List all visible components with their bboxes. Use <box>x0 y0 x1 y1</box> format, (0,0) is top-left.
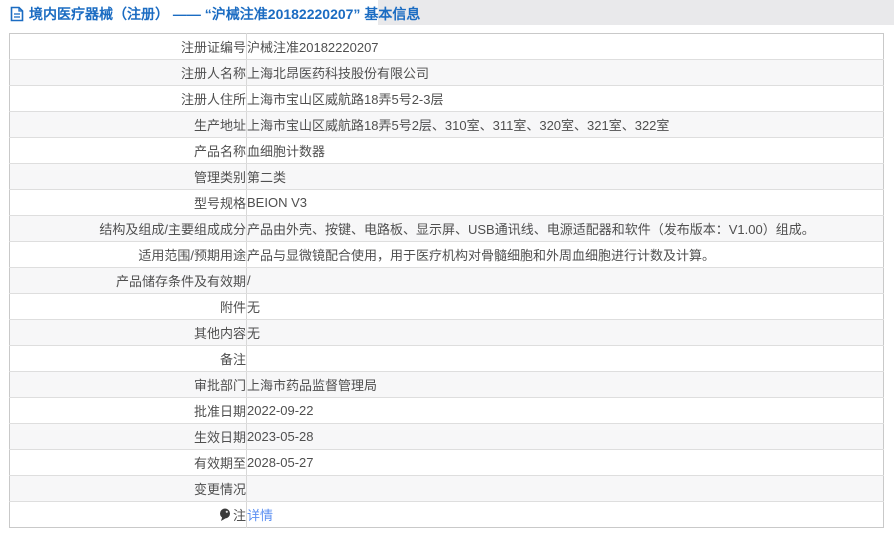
table-row-storage-conditions: 产品储存条件及有效期 / <box>9 267 884 294</box>
details-link[interactable]: 详情 <box>247 508 273 523</box>
row-value: 2023-05-28 <box>246 423 884 450</box>
row-value: 上海北昂医药科技股份有限公司 <box>246 59 884 86</box>
table-row-registration-number: 注册证编号 沪械注准20182220207 <box>9 33 884 60</box>
row-value: 沪械注准20182220207 <box>246 33 884 60</box>
row-value: 上海市宝山区威航路18弄5号2-3层 <box>246 85 884 112</box>
document-icon <box>10 6 24 22</box>
row-value: BEION V3 <box>246 189 884 216</box>
row-label: 审批部门 <box>9 371 247 398</box>
table-row-model-spec: 型号规格 BEION V3 <box>9 189 884 216</box>
table-row-change-status: 变更情况 <box>9 475 884 502</box>
row-value: 产品由外壳、按键、电路板、显示屏、USB通讯线、电源适配器和软件（发布版本：V1… <box>246 215 884 242</box>
row-label: 变更情况 <box>9 475 247 502</box>
row-label: 注册人名称 <box>9 59 247 86</box>
row-value: 2022-09-22 <box>246 397 884 424</box>
row-value: 血细胞计数器 <box>246 137 884 164</box>
table-row-remarks: 备注 <box>9 345 884 372</box>
table-row-attachments: 附件 无 <box>9 293 884 320</box>
row-label: 产品储存条件及有效期 <box>9 267 247 294</box>
table-row-composition: 结构及组成/主要组成成分 产品由外壳、按键、电路板、显示屏、USB通讯线、电源适… <box>9 215 884 242</box>
row-value: 详情 <box>247 502 884 528</box>
table-row-effective-date: 生效日期 2023-05-28 <box>9 423 884 450</box>
row-label: 型号规格 <box>9 189 247 216</box>
note-label-text: 注 <box>232 508 246 523</box>
page-header: 境内医疗器械（注册） —— “沪械注准20182220207” 基本信息 <box>0 0 894 33</box>
table-row-management-class: 管理类别 第二类 <box>9 163 884 190</box>
row-label: 产品名称 <box>9 137 247 164</box>
table-row-expiry-date: 有效期至 2028-05-27 <box>9 449 884 476</box>
row-value <box>246 345 884 372</box>
table-row-registrant-name: 注册人名称 上海北昂医药科技股份有限公司 <box>9 59 884 86</box>
table-row-intended-use: 适用范围/预期用途 产品与显微镜配合使用，用于医疗机构对骨髓细胞和外周血细胞进行… <box>9 241 884 268</box>
row-label: 附件 <box>9 293 247 320</box>
table-row-registrant-address: 注册人住所 上海市宝山区威航路18弄5号2-3层 <box>9 85 884 112</box>
table-row-other-content: 其他内容 无 <box>9 319 884 346</box>
note-balloon-icon <box>219 508 231 522</box>
row-value: 上海市宝山区威航路18弄5号2层、310室、311室、320室、321室、322… <box>246 111 884 138</box>
row-value <box>246 475 884 502</box>
row-label: 注 <box>9 501 247 528</box>
row-value: 上海市药品监督管理局 <box>246 371 884 398</box>
info-table: 注册证编号 沪械注准20182220207 注册人名称 上海北昂医药科技股份有限… <box>9 33 884 528</box>
row-label: 生产地址 <box>9 111 247 138</box>
page-title-text: 境内医疗器械（注册） —— “沪械注准20182220207” 基本信息 <box>29 6 421 22</box>
row-value: 无 <box>246 319 884 346</box>
table-row-production-address: 生产地址 上海市宝山区威航路18弄5号2层、310室、311室、320室、321… <box>9 111 884 138</box>
row-value: 第二类 <box>246 163 884 190</box>
row-value: 产品与显微镜配合使用，用于医疗机构对骨髓细胞和外周血细胞进行计数及计算。 <box>246 241 884 268</box>
row-label: 生效日期 <box>9 423 247 450</box>
row-value: 2028-05-27 <box>246 449 884 476</box>
table-row-product-name: 产品名称 血细胞计数器 <box>9 137 884 164</box>
row-label: 结构及组成/主要组成成分 <box>9 215 247 242</box>
row-label: 注册人住所 <box>9 85 247 112</box>
page-title: 境内医疗器械（注册） —— “沪械注准20182220207” 基本信息 <box>10 4 420 24</box>
row-label: 有效期至 <box>9 449 247 476</box>
registration-info-page: 境内医疗器械（注册） —— “沪械注准20182220207” 基本信息 注册证… <box>0 0 894 533</box>
row-value: 无 <box>246 293 884 320</box>
row-value: / <box>246 267 884 294</box>
row-label: 注册证编号 <box>9 33 247 60</box>
row-label: 批准日期 <box>9 397 247 424</box>
row-label: 备注 <box>9 345 247 372</box>
row-label: 其他内容 <box>9 319 247 346</box>
row-label: 管理类别 <box>9 163 247 190</box>
table-row-approval-department: 审批部门 上海市药品监督管理局 <box>9 371 884 398</box>
table-row-approval-date: 批准日期 2022-09-22 <box>9 397 884 424</box>
header-band <box>378 0 894 25</box>
row-label: 适用范围/预期用途 <box>9 241 247 268</box>
table-row-note: 注 详情 <box>9 501 884 528</box>
